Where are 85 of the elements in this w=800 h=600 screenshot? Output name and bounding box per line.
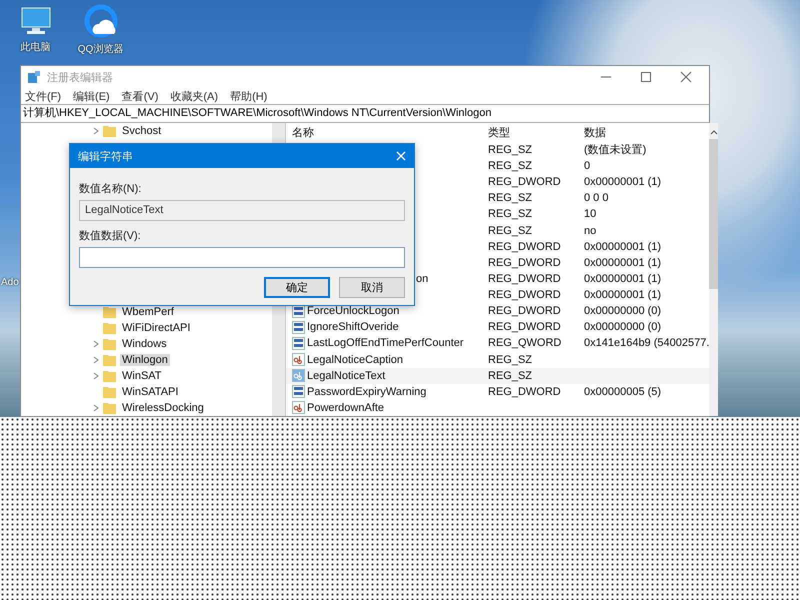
- column-header[interactable]: 数据: [584, 124, 710, 140]
- value-type: REG_DWORD: [488, 256, 561, 269]
- value-name-field[interactable]: LegalNoticeText: [79, 200, 405, 221]
- value-data: (数值未设置): [584, 144, 646, 156]
- value-data-input[interactable]: [79, 247, 405, 268]
- menu-item[interactable]: 收藏夹(A): [170, 88, 218, 104]
- value-data: 0x00000001 (1): [584, 240, 662, 253]
- binary-value-icon: [292, 336, 305, 350]
- value-name[interactable]: LegalNoticeText: [307, 370, 386, 382]
- value-name[interactable]: on: [416, 272, 428, 285]
- text-value-icon: [292, 353, 305, 366]
- tree-item[interactable]: WinSAT: [120, 370, 164, 382]
- value-type: REG_SZ: [488, 192, 532, 204]
- tree-item[interactable]: WbemPerf: [120, 306, 176, 318]
- value-data: 0: [584, 160, 590, 172]
- chevron-icon[interactable]: [93, 404, 99, 412]
- tree-item[interactable]: Winlogon: [120, 354, 170, 366]
- value-data: no: [584, 224, 596, 237]
- address-bar[interactable]: 计算机\HKEY_LOCAL_MACHINE\SOFTWARE\Microsoft\Windows NT\CurrentVersion\Winlogon: [21, 104, 709, 123]
- value-data: 0x00000005 (5): [584, 386, 662, 398]
- folder-icon: [103, 402, 116, 414]
- field-label: 数值名称(N):: [79, 182, 142, 196]
- binary-value-icon: [292, 320, 305, 334]
- maximize-icon[interactable]: [640, 71, 652, 83]
- value-data: 0x141e164b9 (54002577.: [584, 337, 710, 350]
- tree-item[interactable]: Svchost: [120, 125, 164, 137]
- value-type: REG_DWORD: [488, 176, 561, 188]
- folder-icon: [103, 370, 116, 382]
- value-data: 0 0 0: [584, 192, 608, 204]
- browser-icon[interactable]: [82, 4, 118, 40]
- folder-icon: [103, 322, 116, 334]
- value-type: REG_DWORD: [488, 240, 561, 253]
- value-type: REG_QWORD: [488, 337, 562, 350]
- tree-item[interactable]: WinSATAPI: [120, 386, 180, 398]
- value-data: 0x00000000 (0): [584, 321, 662, 334]
- tree-item[interactable]: WiFiDirectAPI: [120, 322, 192, 334]
- dialog-button[interactable]: 取消: [339, 277, 405, 298]
- scroll-up-icon[interactable]: [710, 129, 718, 135]
- value-type: REG_DWORD: [488, 272, 561, 285]
- menu-item[interactable]: 查看(V): [122, 88, 158, 104]
- value-name[interactable]: LastLogOffEndTimePerfCounter: [307, 337, 464, 350]
- desktop-icon-label[interactable]: QQ浏览器: [78, 42, 124, 56]
- value-data: 0x00000001 (1): [584, 176, 662, 188]
- folder-icon: [103, 125, 116, 137]
- registry-icon: [27, 70, 41, 84]
- column-header[interactable]: 名称: [286, 124, 488, 140]
- close-icon[interactable]: [680, 71, 692, 83]
- value-name[interactable]: LegalNoticeCaption: [307, 354, 404, 366]
- value-data: 0x00000000 (0): [584, 305, 662, 318]
- field-label: 数值数据(V):: [79, 229, 142, 243]
- column-header[interactable]: 类型: [488, 124, 584, 140]
- menu-item[interactable]: 编辑(E): [73, 88, 110, 104]
- menu-item[interactable]: 帮助(H): [230, 88, 268, 104]
- value-type: REG_DWORD: [488, 321, 561, 334]
- value-name[interactable]: ForceUnlockLogon: [307, 305, 400, 318]
- folder-icon: [103, 354, 116, 366]
- value-data: 0x00000001 (1): [584, 289, 662, 302]
- value-type: REG_SZ: [488, 208, 532, 220]
- chevron-icon[interactable]: [93, 127, 99, 135]
- scrollbar[interactable]: [709, 123, 718, 416]
- value-data: 0x00000001 (1): [584, 256, 662, 269]
- binary-value-icon: [292, 304, 305, 318]
- text-value-icon: [292, 401, 305, 414]
- value-name[interactable]: PasswordExpiryWarning: [307, 386, 426, 398]
- dialog-title: 编辑字符串: [78, 150, 133, 164]
- value-type: REG_SZ: [488, 160, 532, 172]
- value-name[interactable]: PowerdownAfte: [307, 402, 384, 414]
- value-type: REG_DWORD: [488, 289, 561, 302]
- folder-icon: [103, 386, 116, 398]
- folder-icon: [103, 338, 116, 350]
- value-name[interactable]: IgnoreShiftOveride: [307, 321, 399, 334]
- desktop-icon-label[interactable]: 此电脑: [20, 40, 50, 54]
- value-data: 10: [584, 208, 596, 220]
- menu-item[interactable]: 文件(F): [25, 88, 62, 104]
- value-type: REG_DWORD: [488, 386, 561, 398]
- tree-item[interactable]: WirelessDocking: [120, 402, 206, 414]
- window-title: 注册表编辑器: [47, 70, 113, 84]
- value-type: REG_SZ: [488, 224, 532, 237]
- value-type: REG_SZ: [488, 370, 532, 382]
- dialog-button[interactable]: 确定: [264, 277, 330, 298]
- tree-item[interactable]: Windows: [120, 338, 169, 350]
- value-type: REG_SZ: [488, 144, 532, 156]
- value-type: REG_SZ: [488, 354, 532, 366]
- value-data: 0x00000001 (1): [584, 272, 662, 285]
- value-type: REG_DWORD: [488, 305, 561, 318]
